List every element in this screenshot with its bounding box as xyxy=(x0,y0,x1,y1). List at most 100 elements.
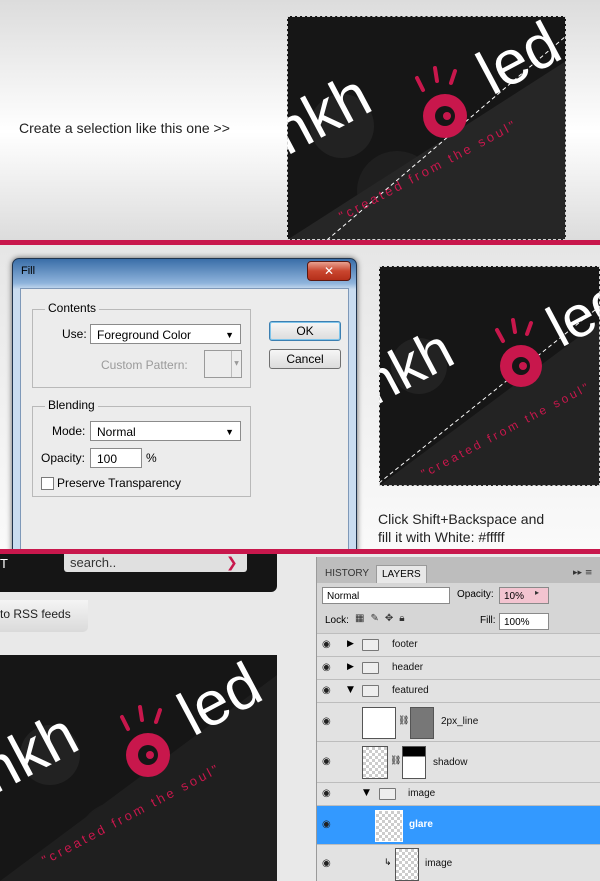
layer-thumbnail xyxy=(375,810,403,842)
custom-pattern-label: Custom Pattern: xyxy=(101,358,188,372)
pattern-arrow-icon: ▼ xyxy=(231,351,241,377)
use-select-value: Foreground Color xyxy=(97,328,192,342)
step1-instruction: Create a selection like this one >> xyxy=(19,120,230,136)
layer-row-shadow[interactable]: ◉ ⛓ shadow xyxy=(317,741,600,782)
expand-arrow-icon[interactable]: ▶ xyxy=(347,662,354,672)
opacity-field-value: 10% xyxy=(504,591,525,602)
nav-fragment: T xyxy=(0,556,8,571)
dialog-body: Contents Use: Foreground Color ▼ Custom … xyxy=(20,288,349,549)
mask-thumbnail xyxy=(410,707,434,739)
layer-name: 2px_line xyxy=(441,716,479,727)
layer-row-footer[interactable]: ◉ ▶ footer xyxy=(317,633,600,656)
folder-icon xyxy=(362,639,379,651)
eye-icon[interactable]: ◉ xyxy=(322,639,331,650)
layer-row-featured[interactable]: ◉ ▼ featured xyxy=(317,679,600,702)
mode-select-value: Normal xyxy=(97,425,136,439)
collapse-arrow-icon[interactable]: ▼ xyxy=(347,685,354,695)
opacity-label: Opacity: xyxy=(457,589,494,600)
lock-label: Lock: xyxy=(325,615,349,626)
search-arrow-icon[interactable]: ❯ xyxy=(226,554,244,572)
layer-name: footer xyxy=(392,639,418,650)
step1-panel: Create a selection like this one >> nkh … xyxy=(0,0,600,240)
mask-thumbnail xyxy=(402,746,426,779)
cancel-button[interactable]: Cancel xyxy=(269,349,341,369)
dropdown-arrow-icon: ▼ xyxy=(225,427,234,437)
contents-group: Contents Use: Foreground Color ▼ Custom … xyxy=(32,301,251,388)
blending-group: Blending Mode: Normal ▼ Opacity: 100 % P… xyxy=(32,398,251,497)
step3-panel: T search.. ❯ to RSS feeds nkh led "creat… xyxy=(0,554,600,881)
selection-marquee xyxy=(379,266,600,486)
tab-history[interactable]: HISTORY xyxy=(320,565,374,582)
eye-icon[interactable]: ◉ xyxy=(322,662,331,673)
fill-preview-image: nkh led "created from the soul" xyxy=(379,266,600,486)
search-input[interactable]: search.. xyxy=(64,554,247,572)
step2-instruction: Click Shift+Backspace and fill it with W… xyxy=(378,510,544,546)
mode-label: Mode: xyxy=(52,424,86,438)
result-preview-image: nkh led "created from the soul" xyxy=(0,655,277,881)
selection-marquee xyxy=(287,16,566,240)
fill-dialog: Fill ✕ Contents Use: Foreground Color ▼ … xyxy=(12,258,357,549)
step2-instruction-line2: fill it with White: #fffff xyxy=(378,529,505,545)
expand-arrow-icon[interactable]: ▶ xyxy=(347,639,354,649)
layer-thumbnail xyxy=(362,707,396,739)
folder-icon xyxy=(362,685,379,697)
fill-field-value: 100% xyxy=(504,617,530,628)
folder-icon xyxy=(379,788,396,800)
ok-button[interactable]: OK xyxy=(269,321,341,341)
clipping-arrow-icon: ↳ xyxy=(384,858,392,868)
use-select[interactable]: Foreground Color ▼ xyxy=(90,324,241,344)
layer-name: image xyxy=(425,858,453,869)
opacity-arrow-icon[interactable]: ▸ xyxy=(535,588,539,597)
link-icon: ⛓ xyxy=(398,716,410,726)
blend-mode-value: Normal xyxy=(327,591,360,602)
logo-artwork: nkh led "created from the soul" xyxy=(0,655,277,881)
fill-field[interactable]: 100% xyxy=(499,613,549,630)
collapse-arrow-icon[interactable]: ▼ xyxy=(363,788,370,798)
eye-icon[interactable]: ◉ xyxy=(322,858,331,869)
lock-icons[interactable]: ▦✎✥🔒︎ xyxy=(355,613,411,624)
panel-menu-icon[interactable]: ▸▸ ≡ xyxy=(573,568,592,578)
eye-icon[interactable]: ◉ xyxy=(322,819,331,830)
custom-pattern-picker[interactable]: ▼ xyxy=(204,350,242,378)
site-header-strip: T search.. ❯ xyxy=(0,554,277,592)
fill-label: Fill: xyxy=(480,615,496,626)
layer-name: glare xyxy=(409,819,433,830)
rss-link[interactable]: to RSS feeds xyxy=(0,600,88,632)
selection-preview-image: nkh led "created from the soul" xyxy=(287,16,566,240)
layers-panel: HISTORY LAYERS ▸▸ ≡ Normal Opacity: 10% … xyxy=(316,557,600,881)
opacity-field[interactable]: 10% xyxy=(499,587,549,604)
use-label: Use: xyxy=(62,327,87,341)
folder-icon xyxy=(362,662,379,674)
dropdown-arrow-icon: ▼ xyxy=(225,330,234,340)
layer-thumbnail xyxy=(362,746,388,779)
layer-name: image xyxy=(408,788,436,799)
blend-mode-select[interactable]: Normal xyxy=(322,587,450,604)
eye-icon[interactable]: ◉ xyxy=(322,716,331,727)
layer-row-image[interactable]: ◉ ↳ image xyxy=(317,844,600,881)
layer-name: shadow xyxy=(433,757,468,768)
tab-layers[interactable]: LAYERS xyxy=(376,565,427,583)
layer-row-glare-selected[interactable]: ◉ glare xyxy=(317,805,600,844)
contents-label: Contents xyxy=(45,301,100,315)
opacity-label: Opacity: xyxy=(41,451,86,465)
close-button[interactable]: ✕ xyxy=(307,261,351,281)
eye-icon[interactable]: ◉ xyxy=(322,788,331,799)
layer-row-image-group[interactable]: ◉ ▼ image xyxy=(317,782,600,805)
step2-instruction-line1: Click Shift+Backspace and xyxy=(378,511,545,527)
opacity-input[interactable]: 100 xyxy=(90,448,142,468)
blending-label: Blending xyxy=(45,398,98,412)
layer-row-header[interactable]: ◉ ▶ header xyxy=(317,656,600,679)
eye-icon[interactable]: ◉ xyxy=(322,685,331,696)
preserve-transparency-checkbox[interactable] xyxy=(41,477,54,490)
dialog-title: Fill xyxy=(21,265,36,277)
link-icon: ⛓ xyxy=(390,756,402,766)
layer-row-2px-line[interactable]: ◉ ⛓ 2px_line xyxy=(317,702,600,741)
wordmark-left: nkh xyxy=(0,700,89,808)
step2-panel: Fill ✕ Contents Use: Foreground Color ▼ … xyxy=(0,245,600,549)
opacity-unit: % xyxy=(146,451,157,465)
mode-select[interactable]: Normal ▼ xyxy=(90,421,241,441)
layer-thumbnail xyxy=(395,848,419,881)
eye-icon[interactable]: ◉ xyxy=(322,756,331,767)
layer-name: featured xyxy=(392,685,429,696)
layer-name: header xyxy=(392,662,424,673)
